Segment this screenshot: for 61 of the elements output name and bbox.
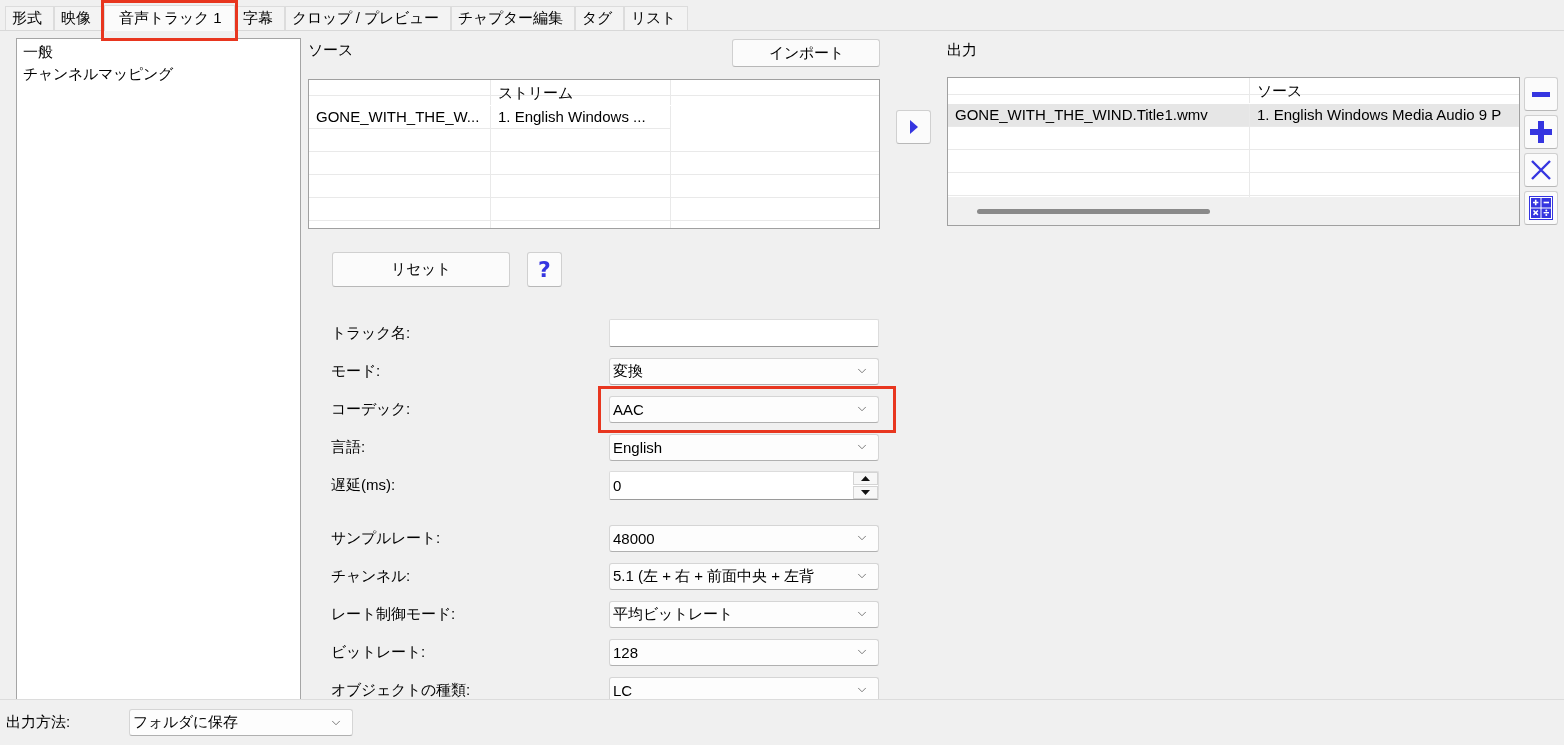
input-field[interactable] xyxy=(609,319,879,347)
spin-down-button[interactable] xyxy=(853,486,878,499)
dropdown[interactable]: 平均ビットレート xyxy=(609,600,879,628)
field-label: 遅延(ms): xyxy=(331,476,396,495)
field-label: モード: xyxy=(331,361,381,381)
plus-icon xyxy=(1530,121,1552,143)
close-icon xyxy=(1531,160,1551,180)
column-header[interactable]: ストリーム xyxy=(491,80,671,106)
dropdown[interactable]: 5.1 (左 + 右 + 前面中央 + 左背 xyxy=(609,562,879,590)
calculator-icon xyxy=(1529,196,1553,220)
list-item[interactable]: チャンネルマッピング xyxy=(17,63,300,85)
scrollbar[interactable] xyxy=(948,197,1519,225)
help-button[interactable]: ? xyxy=(527,252,562,287)
reset-button[interactable]: リセット xyxy=(332,252,510,287)
dropdown[interactable]: 変換 xyxy=(609,357,879,385)
tab[interactable]: 音声トラック 1 xyxy=(104,5,235,31)
field-label: オブジェクトの種類: xyxy=(331,680,471,699)
dropdown[interactable]: フォルダに保存 xyxy=(129,709,353,736)
triangle-up-icon xyxy=(861,476,870,481)
table-row[interactable]: GONE_WITH_THE_W... 1. English Windows ... xyxy=(309,106,879,129)
field-label: チャンネル: xyxy=(331,566,411,586)
calculator-button[interactable] xyxy=(1524,191,1558,225)
tab[interactable]: 映像 xyxy=(54,6,103,30)
triangle-down-icon xyxy=(861,490,870,495)
dropdown[interactable]: LC xyxy=(609,676,879,699)
field-label: トラック名: xyxy=(331,323,411,343)
field-label: 言語: xyxy=(331,437,366,457)
minus-icon xyxy=(1532,91,1550,97)
table-cell: 1. English Windows ... xyxy=(491,106,671,129)
field-label: 出力方法: xyxy=(6,713,72,732)
arrow-button[interactable] xyxy=(896,110,931,144)
tab[interactable]: リスト xyxy=(624,6,689,30)
field-label: レート制御モード: xyxy=(331,604,456,624)
tab[interactable]: タグ xyxy=(575,6,625,30)
tab[interactable]: クロップ / プレビュー xyxy=(284,6,452,30)
dropdown[interactable]: AAC xyxy=(609,395,879,423)
dropdown[interactable]: 48000 xyxy=(609,524,879,552)
section-title: ソース xyxy=(308,41,353,60)
tab[interactable]: 形式 xyxy=(5,6,54,30)
dropdown[interactable]: English xyxy=(609,433,879,461)
list-item[interactable]: 一般 xyxy=(17,41,300,63)
add-button[interactable] xyxy=(1524,115,1558,149)
field-label: コーデック: xyxy=(331,399,411,419)
field-label: ビットレート: xyxy=(331,642,426,662)
tab[interactable]: 字幕 xyxy=(235,6,285,30)
column-header[interactable]: ソース xyxy=(1250,78,1519,104)
field-label: サンプルレート: xyxy=(331,528,441,548)
triangle-right-icon xyxy=(909,120,918,134)
section-title: 出力 xyxy=(947,41,977,60)
table-cell: 1. English Windows Media Audio 9 P xyxy=(1250,104,1519,127)
delete-button[interactable] xyxy=(1524,153,1558,187)
import-button[interactable]: インポート xyxy=(732,39,880,67)
scrollbar-thumb[interactable] xyxy=(977,208,1210,214)
table-row[interactable]: GONE_WITH_THE_WIND.Title1.wmv 1. English Windows Media Audio 9 P xyxy=(948,104,1519,127)
table-cell: GONE_WITH_THE_WIND.Title1.wmv xyxy=(948,104,1250,127)
tab[interactable]: チャプター編集 xyxy=(451,6,576,30)
remove-button[interactable] xyxy=(1524,77,1558,111)
table-cell: GONE_WITH_THE_W... xyxy=(309,106,491,129)
spin-up-button[interactable] xyxy=(853,472,878,485)
number-field[interactable]: 0 xyxy=(609,471,879,500)
dropdown[interactable]: 128 xyxy=(609,638,879,666)
